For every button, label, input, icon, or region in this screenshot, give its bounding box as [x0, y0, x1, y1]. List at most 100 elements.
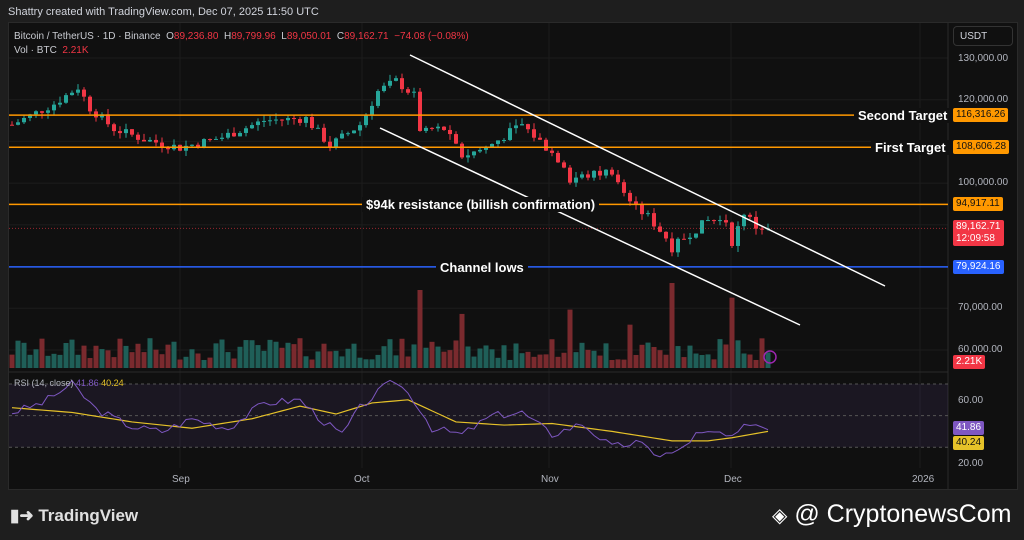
candle-body: [124, 129, 128, 134]
candle-body: [460, 143, 464, 158]
second-target-label: Second Target: [854, 108, 952, 123]
candle-body: [550, 150, 554, 153]
candle-body: [268, 120, 272, 122]
volume-value: 2.21K: [62, 45, 89, 56]
candle-body: [220, 137, 224, 139]
symbol-title[interactable]: Bitcoin / TetherUS · 1D · Binance: [14, 31, 161, 42]
volume-bar: [93, 345, 99, 368]
volume-bar: [141, 352, 147, 368]
volume-bar: [531, 356, 537, 368]
x-tick: Nov: [541, 474, 559, 485]
volume-bar: [51, 353, 57, 368]
candle-body: [532, 129, 536, 138]
candle-body: [208, 139, 212, 141]
volume-bar: [537, 354, 543, 368]
volume-bar: [345, 348, 351, 368]
volume-bar: [657, 350, 663, 368]
volume-bar: [171, 341, 177, 368]
current-price: 89,162.71: [956, 221, 1001, 232]
volume-bar: [153, 349, 159, 368]
open-value: 89,236.80: [173, 31, 219, 42]
volume-bar: [423, 347, 429, 368]
candle-body: [292, 117, 296, 120]
volume-bar: [645, 342, 651, 368]
volume-bar: [327, 351, 333, 368]
volume-bar: [447, 350, 453, 368]
candle-body: [412, 91, 416, 93]
candle-body: [280, 119, 284, 121]
y-tick: 60,000.00: [958, 344, 1003, 355]
low-value: 89,050.01: [286, 31, 332, 42]
volume-bar: [639, 344, 645, 368]
candle-body: [70, 92, 74, 96]
candle-body: [502, 139, 506, 141]
ohlc-legend: Bitcoin / TetherUS · 1D · Binance O89,23…: [14, 30, 469, 58]
volume-bar: [741, 353, 747, 368]
candle-body: [130, 129, 134, 135]
volume-bar: [591, 350, 597, 368]
volume-bar: [393, 355, 399, 368]
volume-bar: [627, 324, 633, 368]
volume-tag: 2.21K: [953, 355, 986, 369]
volume-bar: [297, 338, 303, 368]
candle-body: [58, 102, 62, 105]
volume-bar: [615, 359, 621, 368]
volume-bar: [699, 355, 705, 368]
candle-body: [574, 177, 578, 183]
volume-bar: [261, 350, 267, 368]
candle-body: [454, 134, 458, 144]
volume-bar: [369, 359, 375, 368]
tradingview-logo[interactable]: ▮➜ TradingView: [10, 506, 138, 526]
candle-body: [262, 120, 266, 122]
candle-body: [406, 89, 410, 93]
volume-bar: [675, 346, 681, 368]
candle-body: [298, 119, 302, 123]
volume-bar: [465, 346, 471, 368]
change-value: −74.08 (−0.08%): [394, 31, 469, 42]
candle-body: [238, 132, 242, 137]
volume-bar: [765, 352, 771, 368]
x-tick: Oct: [354, 474, 370, 485]
candle-body: [400, 78, 404, 90]
candle-body: [736, 226, 740, 246]
volume-bar: [363, 359, 369, 368]
candle-body: [652, 213, 656, 227]
volume-bar: [291, 344, 297, 368]
volume-bar: [189, 349, 195, 368]
volume-bar: [33, 349, 39, 368]
candle-body: [304, 117, 308, 123]
volume-bar: [477, 348, 483, 368]
candle-body: [286, 117, 290, 121]
candle-body: [154, 139, 158, 143]
volume-bar: [651, 347, 657, 368]
volume-bar: [501, 345, 507, 368]
volume-bar: [273, 341, 279, 368]
volume-bar: [633, 354, 639, 368]
volume-bar: [759, 338, 765, 368]
volume-bar: [321, 343, 327, 368]
candle-body: [538, 137, 542, 140]
candle-body: [274, 119, 278, 121]
volume-bar: [717, 339, 723, 368]
volume-bar: [459, 313, 465, 368]
candle-body: [748, 214, 752, 217]
volume-bar: [309, 359, 315, 368]
candle-body: [226, 132, 230, 138]
candle-body: [694, 233, 698, 238]
candle-body: [310, 117, 314, 129]
first-target-label: First Target: [871, 140, 950, 155]
volume-bar: [249, 340, 255, 368]
volume-bar: [381, 346, 387, 368]
volume-bar: [489, 349, 495, 368]
currency-selector[interactable]: USDT: [953, 26, 1013, 46]
volume-bar: [69, 339, 75, 368]
tradingview-wordmark: TradingView: [38, 506, 139, 525]
volume-bar: [411, 344, 417, 368]
candle-body: [88, 96, 92, 112]
channel-upper-line: [409, 54, 886, 287]
volume-bar: [201, 359, 207, 368]
candle-body: [526, 124, 530, 130]
volume-bar: [339, 356, 345, 368]
volume-bar: [711, 359, 717, 368]
volume-bar: [693, 353, 699, 368]
